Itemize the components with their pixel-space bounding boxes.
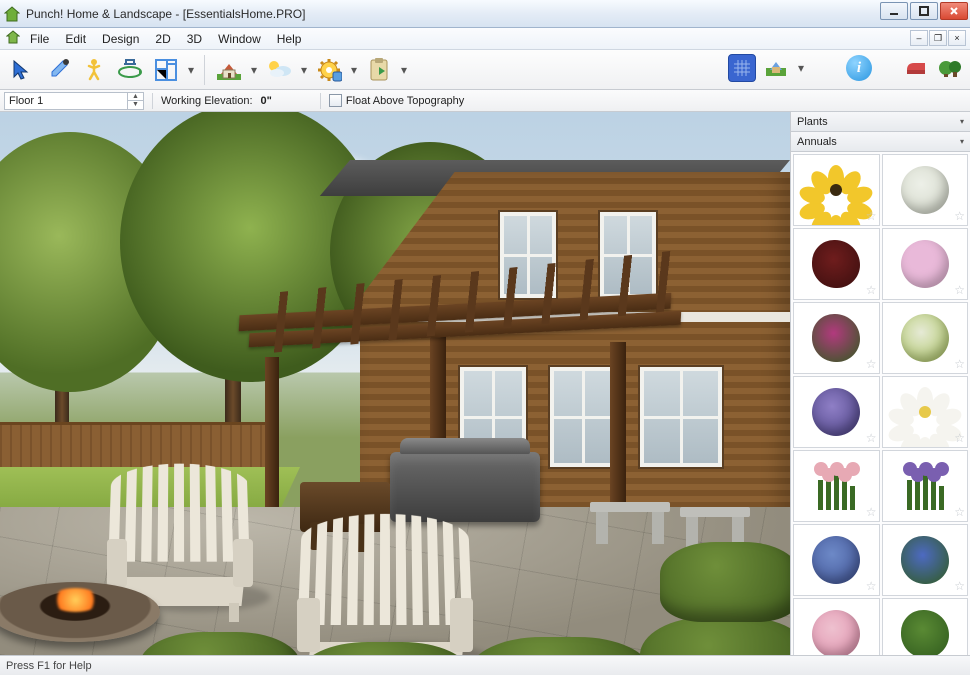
options-bar: Floor 1 ▲▼ Working Elevation: 0" Float A… (0, 90, 970, 112)
favorite-star-icon[interactable]: ☆ (866, 505, 877, 519)
favorite-star-icon[interactable]: ☆ (954, 209, 965, 223)
library-panel: Plants ▾ Annuals ▾ ☆ ☆ ☆ ☆ ☆ ☆ ☆ ☆ ☆ ☆ ☆ ☆ ☆ ☆ (790, 112, 970, 655)
library-subcategory-selector[interactable]: Annuals ▾ (791, 132, 970, 152)
menu-window[interactable]: Window (210, 30, 269, 48)
menu-edit[interactable]: Edit (57, 30, 94, 48)
main-toolbar: ▾ ▾ ▾ ▾ ▾ ▾ i (0, 50, 970, 90)
favorite-star-icon[interactable]: ☆ (954, 505, 965, 519)
settings-button[interactable] (313, 54, 345, 86)
doc-icon (6, 30, 20, 47)
floor-stepper[interactable]: ▲▼ (127, 93, 143, 109)
library-subcategory-label: Annuals (797, 136, 837, 148)
chevron-down-icon: ▾ (960, 137, 964, 146)
library-item-pink-peony[interactable]: ☆ (793, 598, 880, 655)
working-elevation-value: 0" (261, 95, 272, 107)
library-item-magenta-petunia[interactable]: ☆ (793, 302, 880, 374)
float-label: Float Above Topography (346, 95, 464, 107)
window-title: Punch! Home & Landscape - [EssentialsHom… (26, 7, 305, 21)
library-item-purple-stock[interactable]: ☆ (882, 450, 969, 522)
library-grid: ☆ ☆ ☆ ☆ ☆ ☆ ☆ ☆ ☆ ☆ ☆ ☆ ☆ ☆ (791, 152, 970, 655)
chevron-down-icon: ▾ (960, 117, 964, 126)
checkbox-icon (329, 94, 342, 107)
menu-2d[interactable]: 2D (147, 30, 178, 48)
library-item-blue-lobelia[interactable]: ☆ (882, 524, 969, 596)
chevron-down-icon[interactable]: ▾ (349, 63, 359, 77)
library-item-lavender-verbena[interactable]: ☆ (793, 376, 880, 448)
menu-help[interactable]: Help (269, 30, 310, 48)
mdi-restore-button[interactable]: ❐ (929, 30, 947, 46)
library-item-pink-rose-spray[interactable]: ☆ (793, 450, 880, 522)
app-icon (4, 6, 20, 22)
favorite-star-icon[interactable]: ☆ (866, 579, 877, 593)
floor-selector[interactable]: Floor 1 ▲▼ (4, 92, 144, 110)
chevron-down-icon[interactable]: ▾ (249, 63, 259, 77)
clipboard-button[interactable] (363, 54, 395, 86)
menu-bar: File Edit Design 2D 3D Window Help – ❐ × (0, 28, 970, 50)
favorite-star-icon[interactable]: ☆ (866, 209, 877, 223)
library-item-white-alyssum[interactable]: ☆ (882, 154, 969, 226)
eyedropper-tool-button[interactable] (42, 54, 74, 86)
3d-view-button[interactable] (762, 54, 790, 82)
library-item-blue-hydrangea[interactable]: ☆ (793, 524, 880, 596)
library-item-yellow-black-eyed-susan[interactable]: ☆ (793, 154, 880, 226)
adirondack-chair (300, 512, 470, 655)
furniture-library-button[interactable] (902, 54, 930, 82)
chevron-down-icon[interactable]: ▾ (299, 63, 309, 77)
mdi-close-button[interactable]: × (948, 30, 966, 46)
library-item-green-foliage[interactable]: ☆ (882, 598, 969, 655)
chevron-down-icon[interactable]: ▾ (796, 61, 806, 75)
plants-library-button[interactable] (936, 54, 964, 82)
info-button[interactable]: i (846, 55, 872, 81)
chevron-down-icon[interactable]: ▾ (186, 63, 196, 77)
menu-3d[interactable]: 3D (179, 30, 210, 48)
favorite-star-icon[interactable]: ☆ (954, 357, 965, 371)
library-item-white-daisy[interactable]: ☆ (882, 376, 969, 448)
maximize-button[interactable] (910, 2, 938, 20)
select-tool-button[interactable] (6, 54, 38, 86)
favorite-star-icon[interactable]: ☆ (866, 357, 877, 371)
library-item-pink-candytuft[interactable]: ☆ (882, 228, 969, 300)
chevron-down-icon[interactable]: ▾ (399, 63, 409, 77)
2d-view-button[interactable] (728, 54, 756, 82)
weather-button[interactable] (263, 54, 295, 86)
pergola-rafters (250, 272, 690, 332)
favorite-star-icon[interactable]: ☆ (866, 283, 877, 297)
menu-design[interactable]: Design (94, 30, 147, 48)
house-style-button[interactable] (213, 54, 245, 86)
hedge (660, 542, 790, 622)
favorite-star-icon[interactable]: ☆ (866, 653, 877, 655)
library-item-burgundy-coleus[interactable]: ☆ (793, 228, 880, 300)
library-category-label: Plants (797, 116, 828, 128)
favorite-star-icon[interactable]: ☆ (954, 653, 965, 655)
favorite-star-icon[interactable]: ☆ (954, 579, 965, 593)
close-button[interactable] (940, 2, 968, 20)
favorite-star-icon[interactable]: ☆ (954, 431, 965, 445)
favorite-star-icon[interactable]: ☆ (866, 431, 877, 445)
favorite-star-icon[interactable]: ☆ (954, 283, 965, 297)
status-text: Press F1 for Help (6, 660, 92, 672)
mdi-minimize-button[interactable]: – (910, 30, 928, 46)
3d-viewport[interactable] (0, 112, 790, 655)
library-category-selector[interactable]: Plants ▾ (791, 112, 970, 132)
working-elevation-label: Working Elevation: (161, 95, 253, 107)
walkthrough-button[interactable] (78, 54, 110, 86)
library-item-ornamental-kale[interactable]: ☆ (882, 302, 969, 374)
title-bar: Punch! Home & Landscape - [EssentialsHom… (0, 0, 970, 28)
menu-file[interactable]: File (22, 30, 57, 48)
float-above-topography-checkbox[interactable]: Float Above Topography (329, 94, 464, 107)
status-bar: Press F1 for Help (0, 655, 970, 675)
flyaround-button[interactable] (114, 54, 146, 86)
floorplan-button[interactable] (150, 54, 182, 86)
stone-bench (590, 502, 670, 544)
pergola-post (610, 342, 626, 522)
pergola-post (265, 357, 279, 522)
minimize-button[interactable] (880, 2, 908, 20)
floor-label: Floor 1 (9, 95, 43, 107)
